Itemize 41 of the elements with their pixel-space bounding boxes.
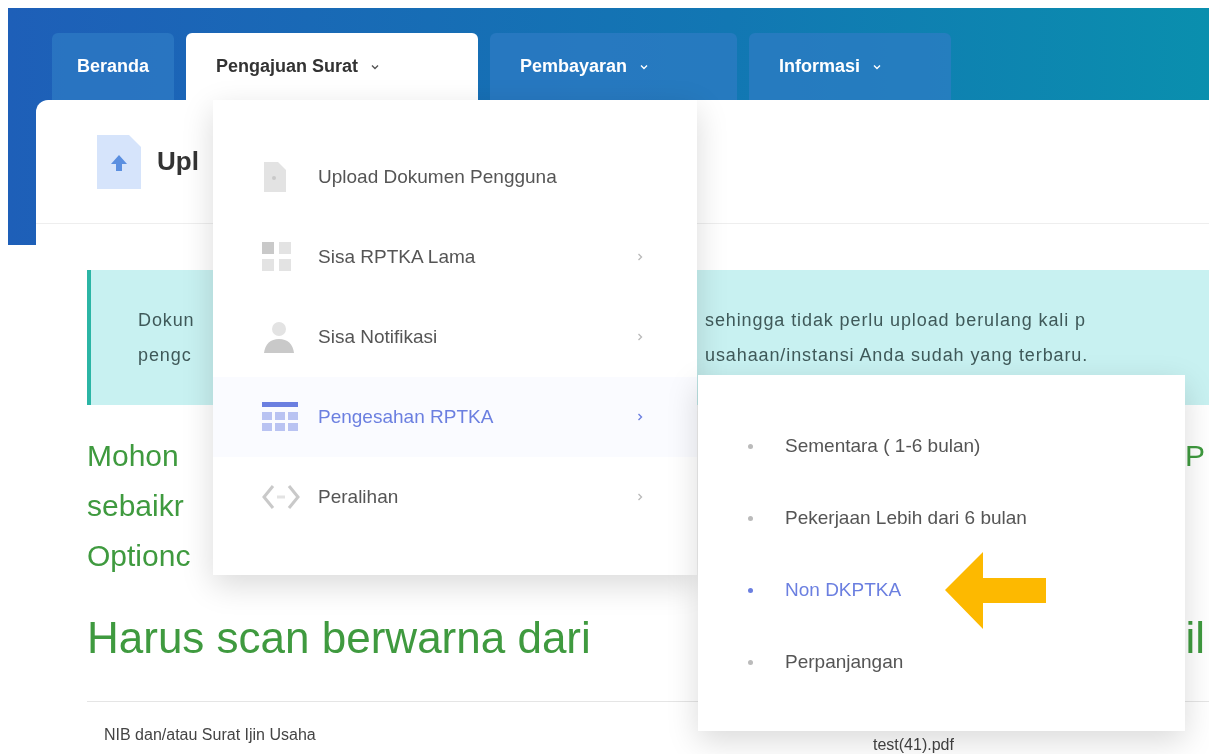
menu-item[interactable]: Upload Dokumen Pengguna <box>213 137 697 217</box>
submenu-item[interactable]: Non DKPTKA <box>698 554 1185 626</box>
instruction-text: Mohon <box>87 437 179 474</box>
upload-file-icon <box>97 134 141 189</box>
scan-heading: il <box>1185 612 1205 664</box>
notice-text: sehingga tidak perlu upload berulang kali p <box>705 308 1086 332</box>
code-icon <box>262 483 300 511</box>
notice-text: usahaan/instansi Anda sudah yang terbaru. <box>705 343 1089 367</box>
submenu-item[interactable]: Sementara ( 1-6 bulan) <box>698 410 1185 482</box>
submenu-item[interactable]: Perpanjangan <box>698 626 1185 698</box>
notice-text: Dokun <box>137 308 196 332</box>
table-icon <box>262 402 298 432</box>
instruction-text: sebaikr <box>87 487 184 524</box>
nav-tab[interactable]: Pengajuan Surat <box>186 33 479 100</box>
page-title: Upl <box>157 145 199 178</box>
chevron-right-icon <box>635 412 645 422</box>
document-icon <box>262 162 286 192</box>
file-name: test(41).pdf <box>873 736 954 754</box>
menu-item[interactable]: Sisa Notifikasi <box>213 297 697 377</box>
scan-heading: Harus scan berwarna dari <box>87 612 591 664</box>
instruction-text: P <box>1185 437 1205 474</box>
instruction-text: Optionc <box>87 537 191 574</box>
grid-icon <box>262 242 292 272</box>
bullet-icon <box>748 659 753 665</box>
document-label: NIB dan/atau Surat Ijin Usaha <box>103 726 317 744</box>
nav-tab[interactable]: Beranda <box>52 33 175 100</box>
menu-item[interactable]: Peralihan <box>213 457 697 537</box>
menu-item[interactable]: Pengesahan RPTKA <box>213 377 697 457</box>
person-icon <box>262 321 296 353</box>
nav-tab[interactable]: Pembayaran <box>490 33 738 100</box>
bullet-icon <box>748 515 753 521</box>
submenu-item[interactable]: Pekerjaan Lebih dari 6 bulan <box>698 482 1185 554</box>
notice-text: pengc <box>137 343 193 367</box>
menu-item[interactable]: Sisa RPTKA Lama <box>213 217 697 297</box>
chevron-right-icon <box>635 492 645 502</box>
chevron-right-icon <box>635 252 645 262</box>
bullet-icon <box>748 587 753 593</box>
chevron-right-icon <box>635 332 645 342</box>
pointer-arrow-icon <box>945 552 1046 629</box>
bullet-icon <box>748 443 753 449</box>
nav-tab[interactable]: Informasi <box>749 33 952 100</box>
